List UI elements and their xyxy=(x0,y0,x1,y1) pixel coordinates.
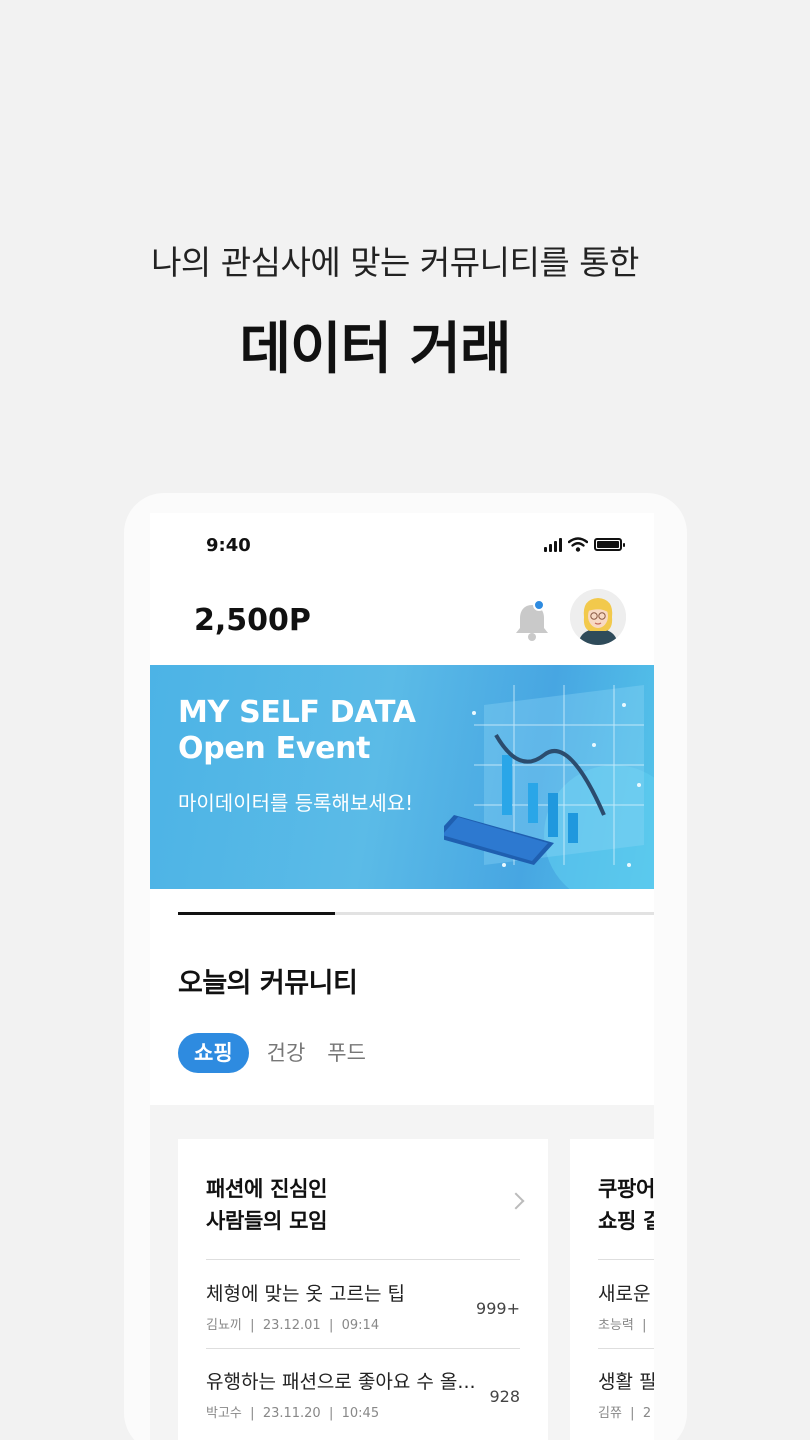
divider xyxy=(206,1348,520,1349)
notification-bell-icon[interactable] xyxy=(512,599,552,643)
progress-track xyxy=(178,912,654,915)
top-bar: 2,500P xyxy=(150,583,654,665)
divider xyxy=(598,1259,654,1260)
community-cards: 패션에 진심인 사람들의 모임 체형에 맞는 옷 고르는 팁 김뇨끼 | 23.… xyxy=(178,1139,654,1440)
banner-progress xyxy=(150,889,654,961)
divider xyxy=(598,1348,654,1349)
post-meta: 초능력 | xyxy=(598,1318,647,1333)
banner-title-line2: Open Event xyxy=(178,731,371,766)
post-item[interactable]: 체형에 맞는 옷 고르는 팁 김뇨끼 | 23.12.01 | 09:14 99… xyxy=(206,1279,520,1339)
progress-indicator xyxy=(178,912,336,915)
card-title: 패션에 진심인 사람들의 모임 xyxy=(206,1173,327,1237)
banner-subtitle: 마이데이터를 등록해보세요! xyxy=(178,791,414,815)
post-title: 체형에 맞는 옷 고르는 팁 xyxy=(206,1283,405,1305)
tab-health[interactable]: 건강 xyxy=(263,1033,310,1073)
card-title-line2: 사람들의 모임 xyxy=(206,1209,328,1233)
tab-food[interactable]: 푸드 xyxy=(323,1033,370,1073)
community-card[interactable]: 쿠팡어 쇼핑 걸 새로운 초능력 | 생활 필 김쮸 | 2 xyxy=(570,1139,654,1440)
headline-title: 데이터 거래 xyxy=(239,317,511,382)
section-title: 오늘의 커뮤니티 xyxy=(178,968,358,999)
post-title: 새로운 xyxy=(598,1283,651,1305)
card-title: 쿠팡어 쇼핑 걸 xyxy=(598,1173,654,1237)
status-bar: 9:40 xyxy=(150,513,654,583)
card-title-line1: 쿠팡어 xyxy=(598,1177,654,1201)
post-meta: 박고수 | 23.11.20 | 10:45 xyxy=(206,1406,380,1421)
post-comment-count: 999+ xyxy=(476,1299,520,1318)
category-tabs: 쇼핑 건강 푸드 xyxy=(178,1033,370,1073)
post-title: 유행하는 패션으로 좋아요 수 올... xyxy=(206,1371,476,1393)
battery-icon xyxy=(594,538,625,551)
banner-title: MY SELF DATA Open Event xyxy=(178,695,416,767)
data-chart-illustration-icon xyxy=(444,685,654,889)
banner-title-line1: MY SELF DATA xyxy=(178,695,416,730)
cellular-signal-icon xyxy=(544,537,562,552)
post-comment-count: 928 xyxy=(489,1387,520,1406)
status-time: 9:40 xyxy=(206,535,251,556)
profile-avatar[interactable] xyxy=(570,589,626,645)
phone-mockup: 9:40 2,500P MY SELF DATA Open Event 마이데이… xyxy=(124,493,687,1440)
today-community-section: 오늘의 커뮤니티 쇼핑 건강 푸드 xyxy=(150,961,654,1105)
post-item[interactable]: 생활 필 김쮸 | 2 xyxy=(598,1367,654,1427)
chevron-right-icon[interactable] xyxy=(507,1192,525,1210)
tab-shopping[interactable]: 쇼핑 xyxy=(178,1033,249,1073)
headline-subtitle: 나의 관심사에 맞는 커뮤니티를 통한 xyxy=(151,243,639,282)
status-icons xyxy=(544,537,625,552)
event-banner[interactable]: MY SELF DATA Open Event 마이데이터를 등록해보세요! xyxy=(150,665,654,889)
divider xyxy=(206,1259,520,1260)
card-title-line2: 쇼핑 걸 xyxy=(598,1209,654,1233)
app-screen: 9:40 2,500P MY SELF DATA Open Event 마이데이… xyxy=(150,513,654,1440)
community-card[interactable]: 패션에 진심인 사람들의 모임 체형에 맞는 옷 고르는 팁 김뇨끼 | 23.… xyxy=(178,1139,548,1440)
post-item[interactable]: 새로운 초능력 | xyxy=(598,1279,654,1339)
wifi-icon xyxy=(568,537,588,552)
post-meta: 김뇨끼 | 23.12.01 | 09:14 xyxy=(206,1318,380,1333)
post-title: 생활 필 xyxy=(598,1371,654,1393)
points-balance: 2,500P xyxy=(194,603,311,638)
card-title-line1: 패션에 진심인 xyxy=(206,1177,328,1201)
post-meta: 김쮸 | 2 xyxy=(598,1406,652,1421)
post-item[interactable]: 유행하는 패션으로 좋아요 수 올... 박고수 | 23.11.20 | 10… xyxy=(206,1367,520,1427)
